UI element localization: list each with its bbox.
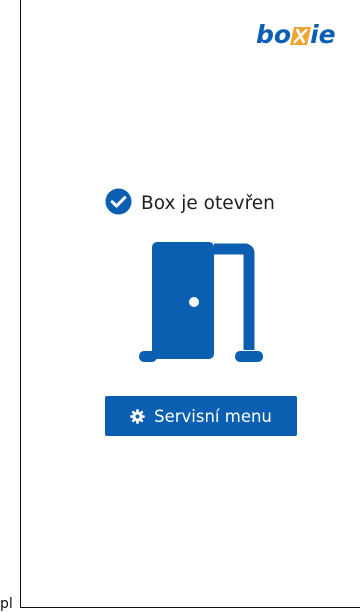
logo-prefix: bo [256, 20, 292, 49]
service-menu-label: Servisní menu [154, 406, 272, 426]
check-circle-icon [105, 188, 132, 219]
status-text: Box je otevřen [141, 193, 275, 214]
open-door-icon [139, 242, 264, 370]
boxie-logo: bo ie [256, 22, 336, 48]
logo-suffix: ie [310, 20, 336, 49]
gear-icon [130, 408, 145, 424]
service-menu-button[interactable]: Servisní menu [105, 396, 297, 436]
status-message: Box je otevřen [105, 188, 275, 219]
logo-x-icon [290, 27, 311, 45]
